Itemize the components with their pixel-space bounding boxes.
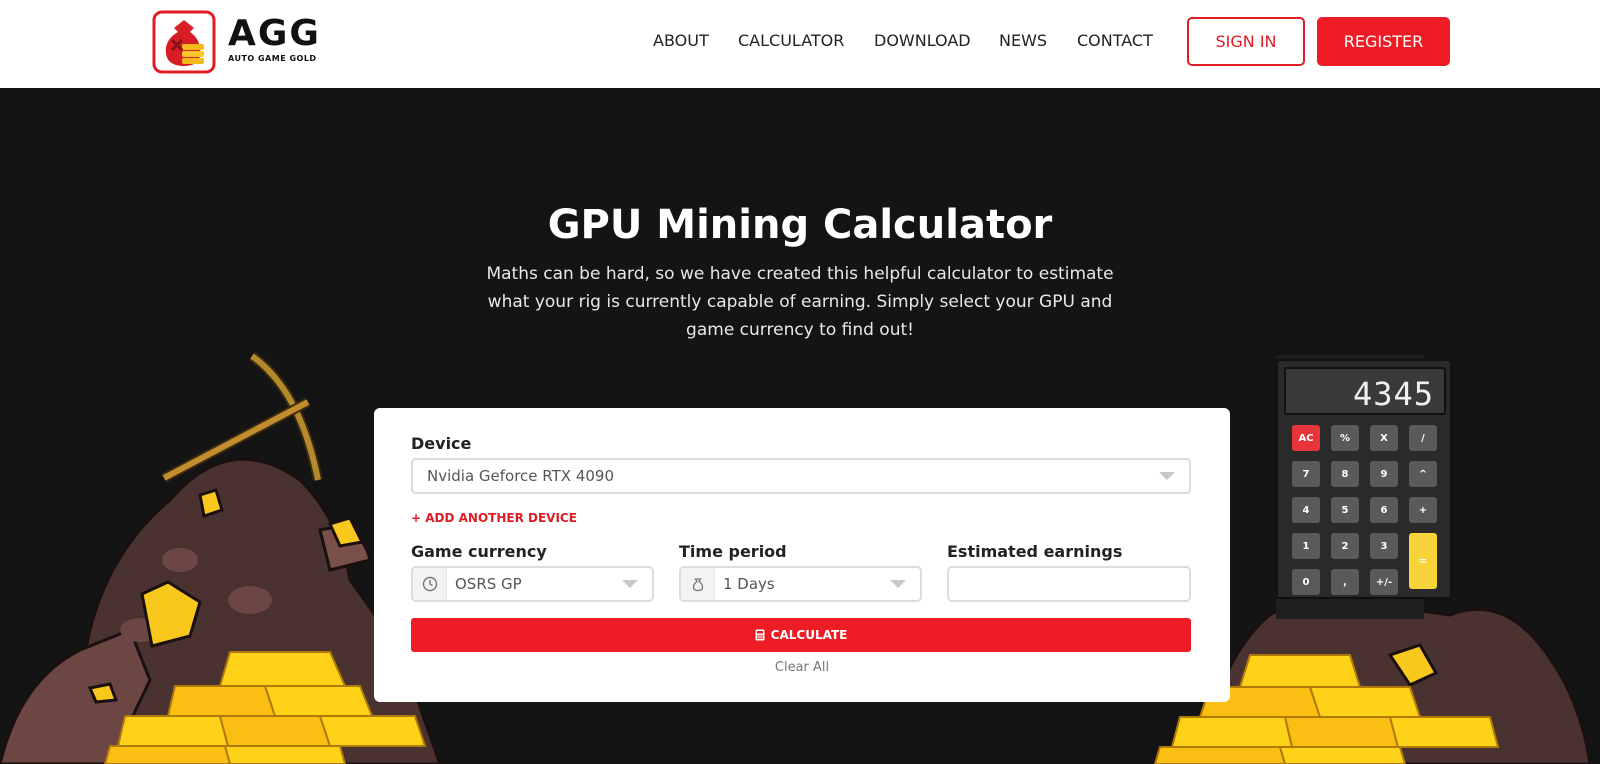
clock-icon [413, 568, 447, 600]
money-bag-logo-icon [152, 10, 216, 74]
device-select[interactable]: Nvidia Geforce RTX 4090 [411, 458, 1191, 494]
time-period-select[interactable]: 1 Days [679, 566, 922, 602]
nav-about[interactable]: ABOUT [653, 31, 709, 50]
sign-in-button[interactable]: SIGN IN [1187, 17, 1305, 66]
chevron-down-icon [1159, 472, 1175, 480]
nav-download[interactable]: DOWNLOAD [874, 31, 971, 50]
calculator-key: 0 [1292, 569, 1320, 595]
nav-calculator[interactable]: CALCULATOR [738, 31, 844, 50]
chevron-down-icon [622, 580, 638, 588]
calculator-key: X [1370, 425, 1398, 451]
calculator-icon [755, 629, 765, 641]
site-header: AGG AUTO GAME GOLD ABOUT CALCULATOR DOWN… [0, 0, 1600, 88]
brand-tagline: AUTO GAME GOLD [228, 54, 317, 63]
time-period-label: Time period [679, 542, 787, 561]
calculator-key: 6 [1370, 497, 1398, 523]
calculator-display-value: 4345 [1352, 375, 1434, 413]
brand-logo[interactable]: AGG AUTO GAME GOLD [152, 10, 342, 74]
game-currency-label: Game currency [411, 542, 547, 561]
register-button[interactable]: REGISTER [1317, 17, 1450, 66]
time-period-value: 1 Days [723, 575, 775, 593]
game-currency-select[interactable]: OSRS GP [411, 566, 654, 602]
calculator-key: 2 [1331, 533, 1359, 559]
add-another-device-link[interactable]: + ADD ANOTHER DEVICE [411, 511, 577, 525]
calculator-key: AC [1292, 425, 1320, 451]
calculator-key: 9 [1370, 461, 1398, 487]
brand-name: AGG [228, 13, 321, 54]
calculator-key: 1 [1292, 533, 1320, 559]
chevron-down-icon [890, 580, 906, 588]
device-label: Device [411, 434, 472, 453]
calculator-key: / [1409, 425, 1437, 451]
calculator-key: % [1331, 425, 1359, 451]
money-bag-icon [681, 568, 715, 600]
calculator-key: + [1409, 497, 1437, 523]
calculator-key: 7 [1292, 461, 1320, 487]
device-select-value: Nvidia Geforce RTX 4090 [427, 467, 615, 485]
calculator-display: 4345 [1284, 367, 1446, 415]
calculator-illustration: 4345 AC% X / 7 8 9 ^ 4 5 6 +1 2 3 = 0, +/- [1276, 359, 1452, 599]
calculator-key: , [1331, 569, 1359, 595]
calculator-key: 5 [1331, 497, 1359, 523]
calculator-key: 8 [1331, 461, 1359, 487]
page-title: GPU Mining Calculator [547, 202, 1053, 248]
calculator-key: = [1409, 533, 1437, 589]
calculate-button[interactable]: CALCULATE [411, 618, 1191, 652]
mining-calculator-form: Device Nvidia Geforce RTX 4090 + ADD ANO… [374, 408, 1230, 702]
calculator-key: ^ [1409, 461, 1437, 487]
estimated-earnings-field[interactable] [947, 566, 1191, 602]
game-currency-value: OSRS GP [455, 575, 522, 593]
calculator-key: 4 [1292, 497, 1320, 523]
nav-news[interactable]: NEWS [999, 31, 1047, 50]
nav-contact[interactable]: CONTACT [1077, 31, 1153, 50]
calculator-key: +/- [1370, 569, 1398, 595]
calculate-button-label: CALCULATE [770, 628, 848, 642]
clear-all-link[interactable]: Clear All [374, 660, 1230, 675]
page-subtitle: Maths can be hard, so we have created th… [486, 264, 1114, 340]
calculator-key: 3 [1370, 533, 1398, 559]
estimated-earnings-label: Estimated earnings [947, 542, 1123, 561]
